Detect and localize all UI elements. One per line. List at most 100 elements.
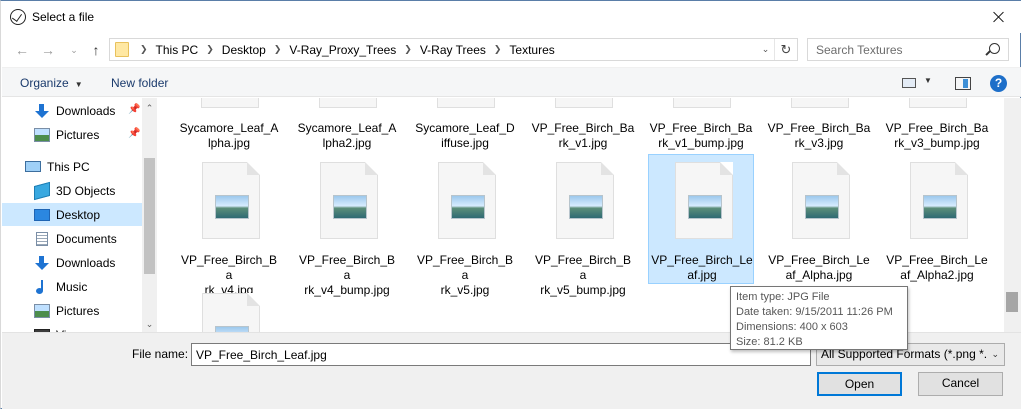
pin-icon[interactable]: 📌: [128, 104, 140, 115]
sidebar-item-this-pc[interactable]: This PC: [2, 155, 142, 178]
change-view-icon[interactable]: [902, 78, 916, 88]
open-button[interactable]: Open: [817, 372, 902, 396]
sidebar-item-label: Desktop: [56, 207, 101, 222]
search-icon[interactable]: [989, 43, 1000, 54]
file-thumbnail[interactable]: [437, 98, 495, 108]
file-item[interactable]: VP_Free_Birch_Ba rk_v4.jpg: [176, 155, 282, 297]
file-item[interactable]: VP_Free_Birch_Le af_Alpha.jpg: [766, 155, 872, 285]
up-arrow-icon[interactable]: ↑: [87, 41, 105, 59]
file-name-line: VP_Free_Birch_Le: [651, 253, 753, 267]
file-item[interactable]: Sycamore_Leaf_D iffuse.jpg: [412, 121, 518, 151]
file-item-selected[interactable]: VP_Free_Birch_Le af.jpg: [648, 154, 754, 284]
breadcrumb-separator-icon[interactable]: ❯: [140, 44, 148, 55]
breadcrumb-separator-icon[interactable]: ❯: [206, 44, 214, 55]
sidebar-item-pictures[interactable]: Pictures: [2, 299, 142, 322]
app-logo-icon: [10, 9, 26, 25]
breadcrumb-separator-icon[interactable]: ❯: [274, 44, 282, 55]
search-input[interactable]: [808, 39, 984, 60]
breadcrumb-desktop[interactable]: Desktop: [222, 43, 266, 57]
image-file-icon: [202, 162, 260, 239]
file-thumbnail[interactable]: [909, 98, 967, 108]
desktop-icon: [34, 208, 50, 221]
window-title: Select a file: [32, 10, 95, 24]
file-name-line: af_Alpha2.jpg: [900, 268, 974, 282]
breadcrumb-textures[interactable]: Textures: [509, 43, 554, 57]
file-item[interactable]: VP_Free_Birch_Ba rk_v3_bump.jpg: [884, 121, 990, 151]
breadcrumb: ❯ This PC ❯ Desktop ❯ V-Ray_Proxy_Trees …: [132, 39, 555, 60]
file-thumbnail[interactable]: [673, 98, 731, 108]
file-item[interactable]: VP_Free_Birch_Ba rk_v5_bump.jpg: [530, 155, 636, 297]
preview-pane-icon[interactable]: [955, 77, 971, 90]
breadcrumb-vray-proxy-trees[interactable]: V-Ray_Proxy_Trees: [289, 43, 396, 57]
back-arrow-icon[interactable]: ←: [13, 41, 31, 59]
file-item[interactable]: VP_Free_Birch_Ba rk_v3.jpg: [766, 121, 872, 151]
breadcrumb-separator-icon[interactable]: ❯: [404, 44, 412, 55]
file-item[interactable]: VP_Free_Birch_Ba rk_v1.jpg: [530, 121, 636, 151]
organize-button[interactable]: Organize ▼: [20, 76, 83, 90]
file-thumbnail[interactable]: [319, 98, 377, 108]
sidebar-item-music[interactable]: Music: [2, 275, 142, 298]
file-item[interactable]: [176, 286, 282, 332]
file-name-line: lpha2.jpg: [322, 136, 372, 150]
recent-locations-chevron-icon[interactable]: ⌄: [65, 41, 83, 59]
file-dialog: Select a file ← → ⌄ ↑ ❯ This PC ❯ Deskto…: [0, 0, 1021, 409]
landscape-thumbnail-icon: [569, 195, 603, 219]
landscape-thumbnail-icon: [923, 195, 957, 219]
landscape-thumbnail-icon: [688, 195, 722, 219]
file-item[interactable]: VP_Free_Birch_Ba rk_v5.jpg: [412, 155, 518, 297]
breadcrumb-separator-icon[interactable]: ❯: [494, 44, 502, 55]
file-name-line: VP_Free_Birch_Ba: [885, 121, 989, 135]
sidebar-item-label: Pictures: [56, 127, 100, 142]
landscape-thumbnail-icon: [451, 195, 485, 219]
sidebar-item-desktop[interactable]: Desktop: [2, 203, 142, 226]
breadcrumb-this-pc[interactable]: This PC: [156, 43, 199, 57]
file-name-line: iffuse.jpg: [441, 136, 489, 150]
image-file-icon: [556, 162, 614, 239]
file-item[interactable]: VP_Free_Birch_Ba rk_v4_bump.jpg: [294, 155, 400, 297]
tooltip-dimensions: Dimensions: 400 x 603: [736, 321, 848, 333]
tooltip-size: Size: 81.2 KB: [736, 336, 803, 348]
sidebar-item-documents[interactable]: Documents: [2, 227, 142, 250]
chevron-down-icon[interactable]: ⌄: [991, 344, 999, 365]
sidebar-item-downloads[interactable]: Downloads: [2, 251, 142, 274]
sidebar-item-label: Music: [56, 279, 88, 294]
file-item[interactable]: Sycamore_Leaf_A lpha2.jpg: [294, 121, 400, 151]
search-box[interactable]: [807, 38, 1009, 61]
file-thumbnail[interactable]: [791, 98, 849, 108]
file-name: VP_Free_Birch_Le af_Alpha2.jpg: [886, 253, 988, 283]
file-name-line: VP_Free_Birch_Ba: [298, 253, 396, 282]
scroll-down-icon[interactable]: ⌄: [142, 317, 157, 332]
organize-label: Organize: [20, 76, 69, 90]
file-thumbnail[interactable]: [201, 98, 259, 108]
refresh-icon[interactable]: ↻: [777, 39, 795, 60]
close-button[interactable]: [976, 1, 1021, 32]
file-name-field[interactable]: [191, 343, 811, 366]
landscape-thumbnail-icon: [805, 195, 839, 219]
address-history-chevron-icon[interactable]: ⌄: [757, 39, 775, 60]
help-icon[interactable]: ?: [990, 75, 1007, 92]
address-bar[interactable]: ❯ This PC ❯ Desktop ❯ V-Ray_Proxy_Trees …: [109, 38, 798, 61]
sidebar-item-downloads-quick[interactable]: Downloads: [2, 99, 142, 122]
sidebar-item-3d-objects[interactable]: 3D Objects: [2, 179, 142, 202]
file-item[interactable]: VP_Free_Birch_Le af_Alpha2.jpg: [884, 155, 990, 285]
file-list-scroll-thumb[interactable]: [1006, 292, 1018, 312]
sidebar-item-pictures-quick[interactable]: Pictures: [2, 123, 142, 146]
cancel-button[interactable]: Cancel: [918, 372, 1003, 396]
forward-arrow-icon[interactable]: →: [39, 41, 57, 59]
scroll-up-icon[interactable]: ⌃: [142, 101, 157, 116]
sidebar-item-videos[interactable]: Vi: [2, 323, 142, 332]
new-folder-button[interactable]: New folder: [111, 76, 168, 90]
file-item[interactable]: Sycamore_Leaf_A lpha.jpg: [176, 121, 282, 151]
file-name-line: rk_v3_bump.jpg: [894, 136, 980, 150]
file-info-tooltip: Item type: JPG File Date taken: 9/15/201…: [730, 286, 908, 350]
breadcrumb-vray-trees[interactable]: V-Ray Trees: [420, 43, 486, 57]
view-options-caret-icon[interactable]: ▼: [924, 76, 932, 85]
sidebar-item-label: Downloads: [56, 103, 116, 118]
file-item[interactable]: VP_Free_Birch_Ba rk_v1_bump.jpg: [648, 121, 754, 151]
sidebar-scroll-thumb[interactable]: [144, 158, 155, 274]
image-file-icon: [792, 162, 850, 239]
tooltip-item-type: Item type: JPG File: [736, 291, 830, 303]
pin-icon[interactable]: 📌: [128, 128, 140, 139]
file-thumbnail[interactable]: [555, 98, 613, 108]
file-name-line: rk_v4_bump.jpg: [304, 283, 390, 297]
